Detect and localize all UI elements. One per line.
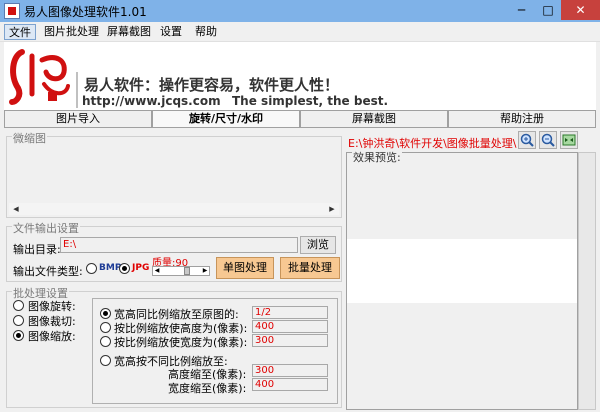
thumbnail-panel: ◀ ▶ [6, 136, 342, 218]
banner: 易人软件：操作更容易，软件更人性！ http://www.jcqs.com Th… [4, 42, 596, 110]
zoom-out-button[interactable] [539, 131, 557, 149]
banner-tagline: The simplest, the best. [232, 94, 389, 108]
output-type-label: 输出文件类型: [13, 265, 83, 278]
preview-label: 效果预览: [352, 149, 402, 165]
output-dir-field[interactable]: E:\ [60, 237, 298, 253]
scale-width-field[interactable]: 300 [252, 334, 328, 347]
preview-scrollbar[interactable] [578, 152, 596, 410]
fit-window-button[interactable] [560, 131, 578, 149]
scroll-left-icon[interactable]: ◀ [9, 203, 23, 215]
free-width-field[interactable]: 400 [252, 378, 328, 391]
scroll-right-icon[interactable]: ▶ [325, 203, 339, 215]
output-dir-label: 输出目录: [13, 243, 61, 256]
app-icon [4, 3, 20, 19]
menu-file[interactable]: 文件 [4, 24, 36, 40]
mode-scale-label: 图像缩放: [28, 330, 76, 343]
tab-screenshot[interactable]: 屏幕截图 [300, 110, 448, 128]
banner-slogan: 易人软件：操作更容易，软件更人性！ [84, 76, 340, 94]
title-bar: 易人图像处理软件1.01 ─ □ ✕ [0, 0, 600, 22]
bmp-radio[interactable] [86, 263, 97, 274]
batch-process-button[interactable]: 批量处理 [280, 257, 340, 279]
menu-bar: 文件 图片批处理 屏幕截图 设置 帮助 [0, 22, 600, 42]
menu-screenshot[interactable]: 屏幕截图 [103, 24, 155, 40]
maximize-button[interactable]: □ [535, 0, 561, 20]
close-button[interactable]: ✕ [561, 0, 600, 20]
mode-crop-radio[interactable] [13, 315, 24, 326]
zoom-in-button[interactable] [518, 131, 536, 149]
window-title: 易人图像处理软件1.01 [24, 5, 147, 19]
fit-window-icon [562, 134, 576, 146]
scroll-left-icon[interactable]: ◀ [153, 267, 161, 275]
logo-icon [8, 46, 72, 106]
tab-rotate-size-watermark[interactable]: 旋转/尺寸/水印 [152, 110, 300, 128]
minimize-button[interactable]: ─ [508, 0, 535, 20]
zoom-out-icon [541, 133, 555, 147]
mode-crop-label: 图像裁切: [28, 315, 76, 328]
output-settings-label: 文件输出设置 [12, 220, 80, 236]
menu-help[interactable]: 帮助 [191, 24, 221, 40]
menu-settings[interactable]: 设置 [156, 24, 186, 40]
mode-rotate-label: 图像旋转: [28, 300, 76, 313]
jpg-label: JPG [132, 263, 150, 273]
tab-import[interactable]: 图片导入 [4, 110, 152, 128]
thumbnail-scrollbar[interactable]: ◀ ▶ [9, 203, 339, 215]
banner-divider [76, 72, 78, 108]
banner-url: http://www.jcqs.com [82, 94, 221, 108]
scale-by-height-radio[interactable] [100, 322, 111, 333]
free-width-label: 宽度缩至(像素): [168, 382, 247, 395]
quality-slider[interactable]: ◀ ▶ [152, 266, 210, 276]
zoom-in-icon [520, 133, 534, 147]
preview-canvas [347, 239, 577, 303]
preview-panel [346, 152, 578, 410]
quality-slider-thumb[interactable] [184, 267, 190, 275]
scale-free-radio[interactable] [100, 355, 111, 366]
scale-by-width-label: 按比例缩放使宽度为(像素): [114, 336, 248, 349]
scale-by-width-radio[interactable] [100, 336, 111, 347]
scale-height-field[interactable]: 400 [252, 320, 328, 333]
free-height-field[interactable]: 300 [252, 364, 328, 377]
single-process-button[interactable]: 单图处理 [216, 257, 274, 279]
jpg-radio[interactable] [119, 263, 130, 274]
browse-button[interactable]: 浏览 [300, 236, 336, 254]
mode-scale-radio[interactable] [13, 330, 24, 341]
scale-ratio-field[interactable]: 1/2 [252, 306, 328, 319]
thumbnail-label: 微缩图 [12, 130, 47, 146]
scale-proportional-radio[interactable] [100, 308, 111, 319]
scroll-right-icon[interactable]: ▶ [201, 267, 209, 275]
menu-batch[interactable]: 图片批处理 [40, 24, 103, 40]
tab-help-register[interactable]: 帮助注册 [448, 110, 596, 128]
tab-bar: 图片导入 旋转/尺寸/水印 屏幕截图 帮助注册 [4, 110, 596, 128]
mode-rotate-radio[interactable] [13, 300, 24, 311]
